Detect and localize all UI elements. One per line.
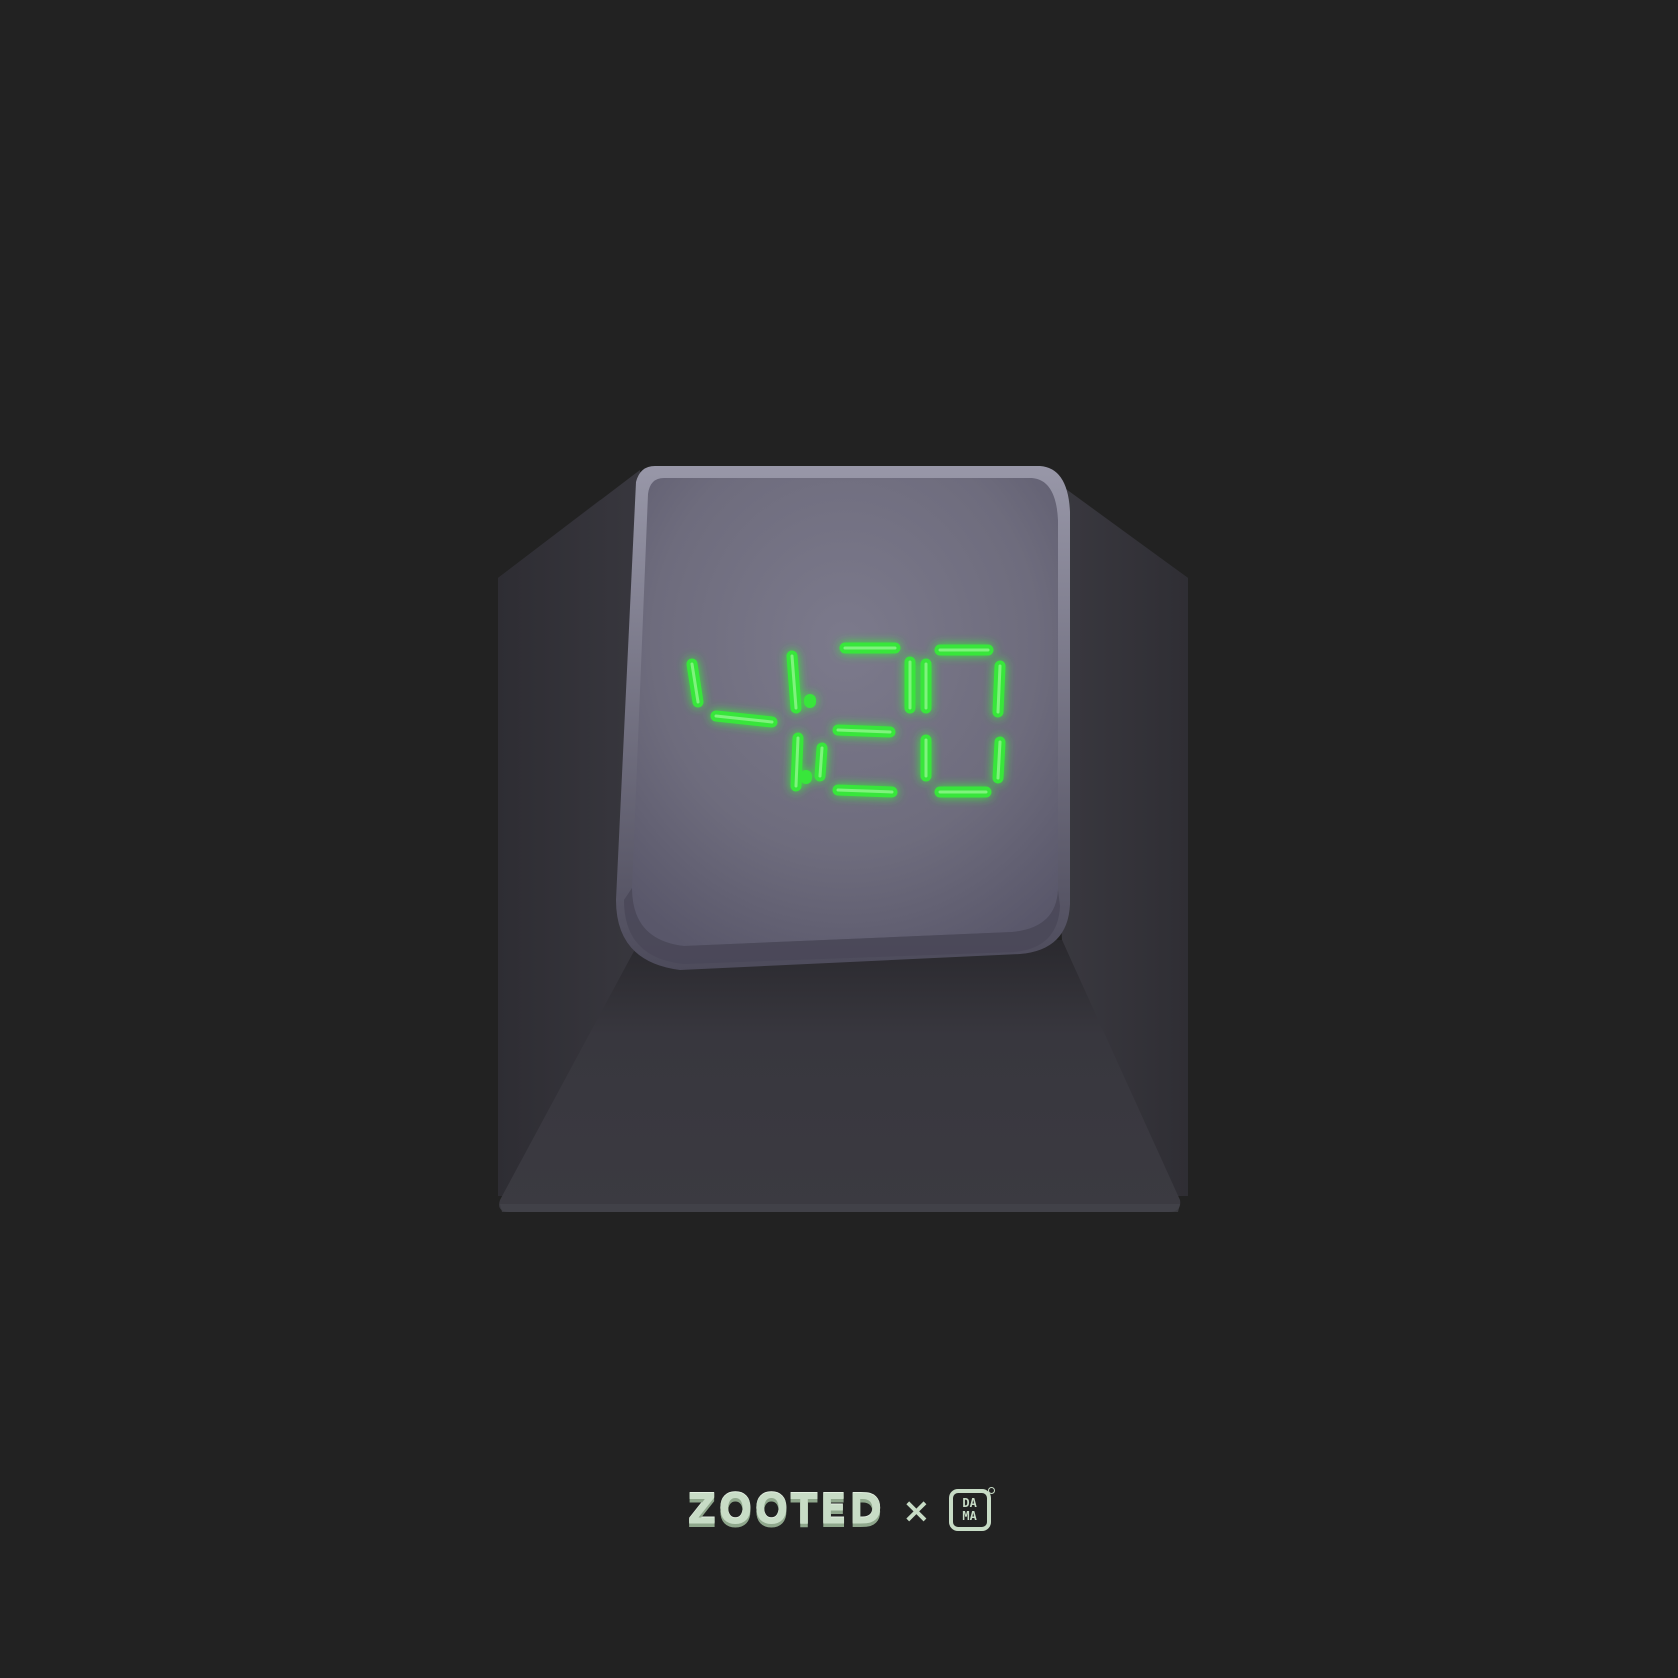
brand-dama-logo: DA MA [948,1487,995,1531]
keycap-top [616,466,1070,970]
footer-branding: ZOOTED × DA MA [0,1480,1678,1540]
keycap-illustration [498,466,1188,1212]
brand-dama-bottom: MA [962,1509,977,1523]
registered-mark-icon [987,1487,995,1494]
brand-zooted-logo: ZOOTED [687,1485,885,1535]
collab-separator: × [902,1491,931,1531]
product-scene: ZOOTED × DA MA [0,0,1678,1678]
